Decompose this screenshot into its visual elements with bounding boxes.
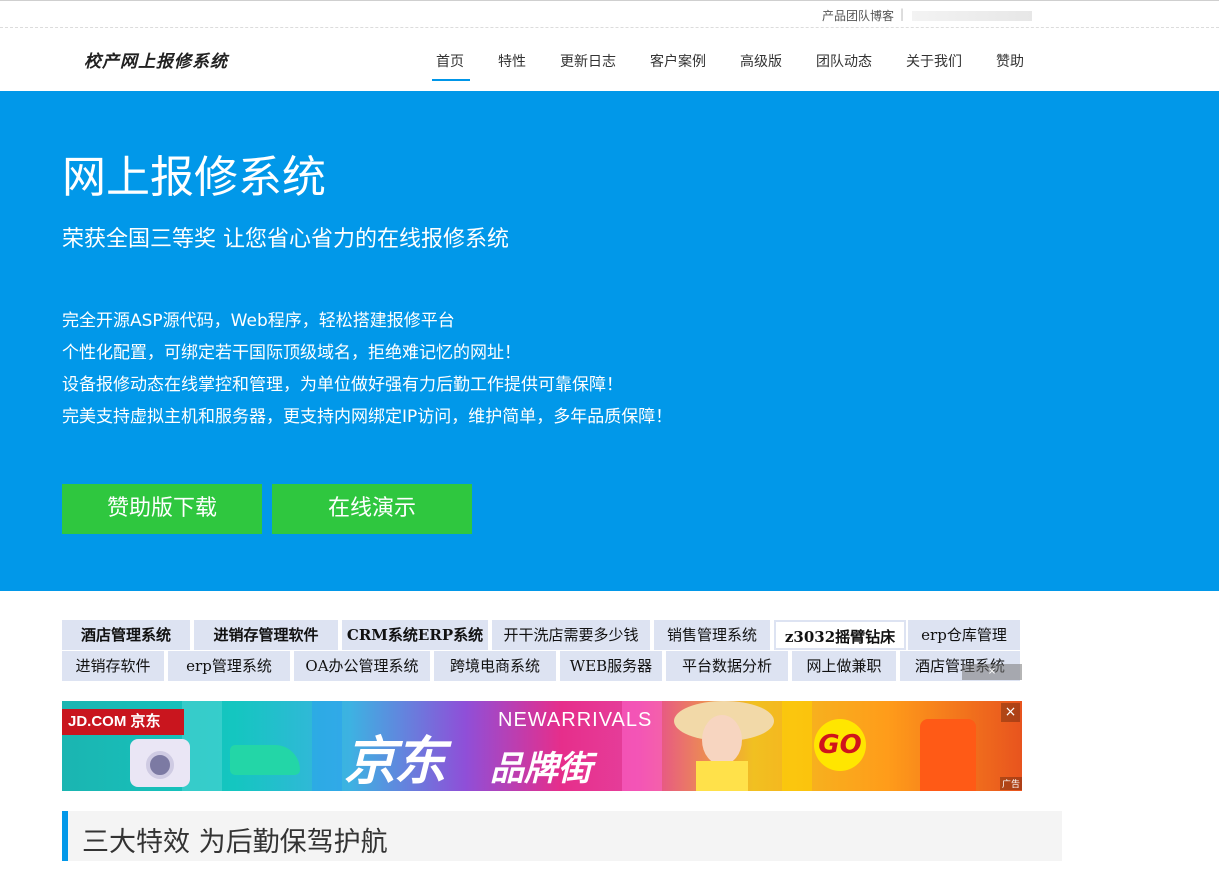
ad-link[interactable]: 平台数据分析 [666, 651, 790, 681]
model-body [696, 761, 748, 791]
ad-link[interactable]: 网上做兼职 [792, 651, 898, 681]
nav-about[interactable]: 关于我们 [906, 51, 962, 71]
nav-team-news[interactable]: 团队动态 [816, 51, 872, 71]
nav-home[interactable]: 首页 [436, 51, 464, 71]
banner-close-button[interactable]: × [1001, 703, 1020, 722]
banner-go-button[interactable]: GO [814, 719, 866, 771]
main-nav: 首页 特性 更新日志 客户案例 高级版 团队动态 关于我们 赞助 [0, 28, 1219, 91]
nav-customer-cases[interactable]: 客户案例 [650, 51, 706, 71]
ad-row-1: 酒店管理系统 进销存管理软件 CRM系统ERP系统 开干洗店需要多少钱 销售管理… [62, 620, 1022, 650]
features-section-title: 三大特效 为后勤保驾护航 [82, 827, 388, 858]
banner-stripe [782, 701, 812, 791]
top-strip-shade [912, 11, 1032, 21]
nav-active-underline [432, 79, 470, 81]
banner-ad-label: 广告 [1000, 777, 1022, 790]
ad-link[interactable]: 进销存管理软件 [194, 620, 340, 650]
banner-brand-street: 品牌街 [490, 749, 592, 789]
ad-link[interactable]: 销售管理系统 [654, 620, 772, 650]
hero-feature-line: 个性化配置，可绑定若干国际顶级域名，拒绝难记忆的网址！ [62, 343, 521, 363]
banner-stripe [312, 701, 342, 791]
ad-links-close-button[interactable]: × [962, 664, 1022, 680]
hero-feature-line: 完美支持虚拟主机和服务器，更支持内网绑定IP访问，维护简单，多年品质保障！ [62, 407, 673, 427]
banner-jd-headline: 京东 [344, 732, 446, 791]
hero-feature-line: 设备报修动态在线掌控和管理，为单位做好强有力后勤工作提供可靠保障！ [62, 375, 623, 395]
nav-sponsor[interactable]: 赞助 [996, 51, 1024, 71]
ad-row-2: 进销存软件 erp管理系统 OA办公管理系统 跨境电商系统 WEB服务器 平台数… [62, 651, 1022, 681]
ad-link[interactable]: 进销存软件 [62, 651, 166, 681]
nav-advanced[interactable]: 高级版 [740, 51, 782, 71]
jd-banner-ad[interactable]: JD.COM 京东 NEWARRIVALS 京东 品牌街 GO × 广告 [62, 701, 1022, 791]
camera-lens [146, 751, 174, 779]
download-button[interactable]: 赞助版下载 [62, 484, 262, 534]
ad-link[interactable]: 跨境电商系统 [434, 651, 558, 681]
model-image [674, 701, 774, 791]
dress-image [920, 719, 976, 791]
camera-image [130, 739, 190, 787]
hero-title: 网上报修系统 [62, 152, 326, 203]
features-section-header: 三大特效 为后勤保驾护航 [62, 811, 1062, 861]
ad-link[interactable]: WEB服务器 [560, 651, 664, 681]
ad-link[interactable]: 酒店管理系统 [62, 620, 192, 650]
ad-link[interactable]: 开干洗店需要多少钱 [492, 620, 652, 650]
online-demo-button[interactable]: 在线演示 [272, 484, 472, 534]
top-strip: 产品团队博客 | [0, 0, 1219, 28]
team-blog-link[interactable]: 产品团队博客 [822, 7, 894, 24]
ad-link[interactable]: z3032摇臂钻床 [774, 620, 906, 650]
ad-keyword-links: 酒店管理系统 进销存管理软件 CRM系统ERP系统 开干洗店需要多少钱 销售管理… [62, 620, 1022, 682]
ad-link[interactable]: erp仓库管理 [908, 620, 1022, 650]
jd-logo-tag: JD.COM 京东 [62, 709, 184, 735]
top-separator: | [900, 7, 905, 21]
hero-feature-line: 完全开源ASP源代码，Web程序，轻松搭建报修平台 [62, 311, 455, 331]
nav-changelog[interactable]: 更新日志 [560, 51, 616, 71]
ad-link[interactable]: CRM系统ERP系统 [342, 620, 490, 650]
ad-link[interactable]: OA办公管理系统 [294, 651, 432, 681]
site-header: 校产网上报修系统 首页 特性 更新日志 客户案例 高级版 团队动态 关于我们 赞… [0, 28, 1219, 91]
model-face [702, 715, 742, 765]
sneaker-image [230, 745, 300, 775]
hero-section: 网上报修系统 荣获全国三等奖 让您省心省力的在线报修系统 完全开源ASP源代码，… [0, 91, 1219, 591]
hero-subtitle: 荣获全国三等奖 让您省心省力的在线报修系统 [62, 227, 509, 252]
banner-new-arrivals: NEWARRIVALS [498, 709, 653, 731]
nav-features[interactable]: 特性 [498, 51, 526, 71]
ad-link[interactable]: erp管理系统 [168, 651, 292, 681]
